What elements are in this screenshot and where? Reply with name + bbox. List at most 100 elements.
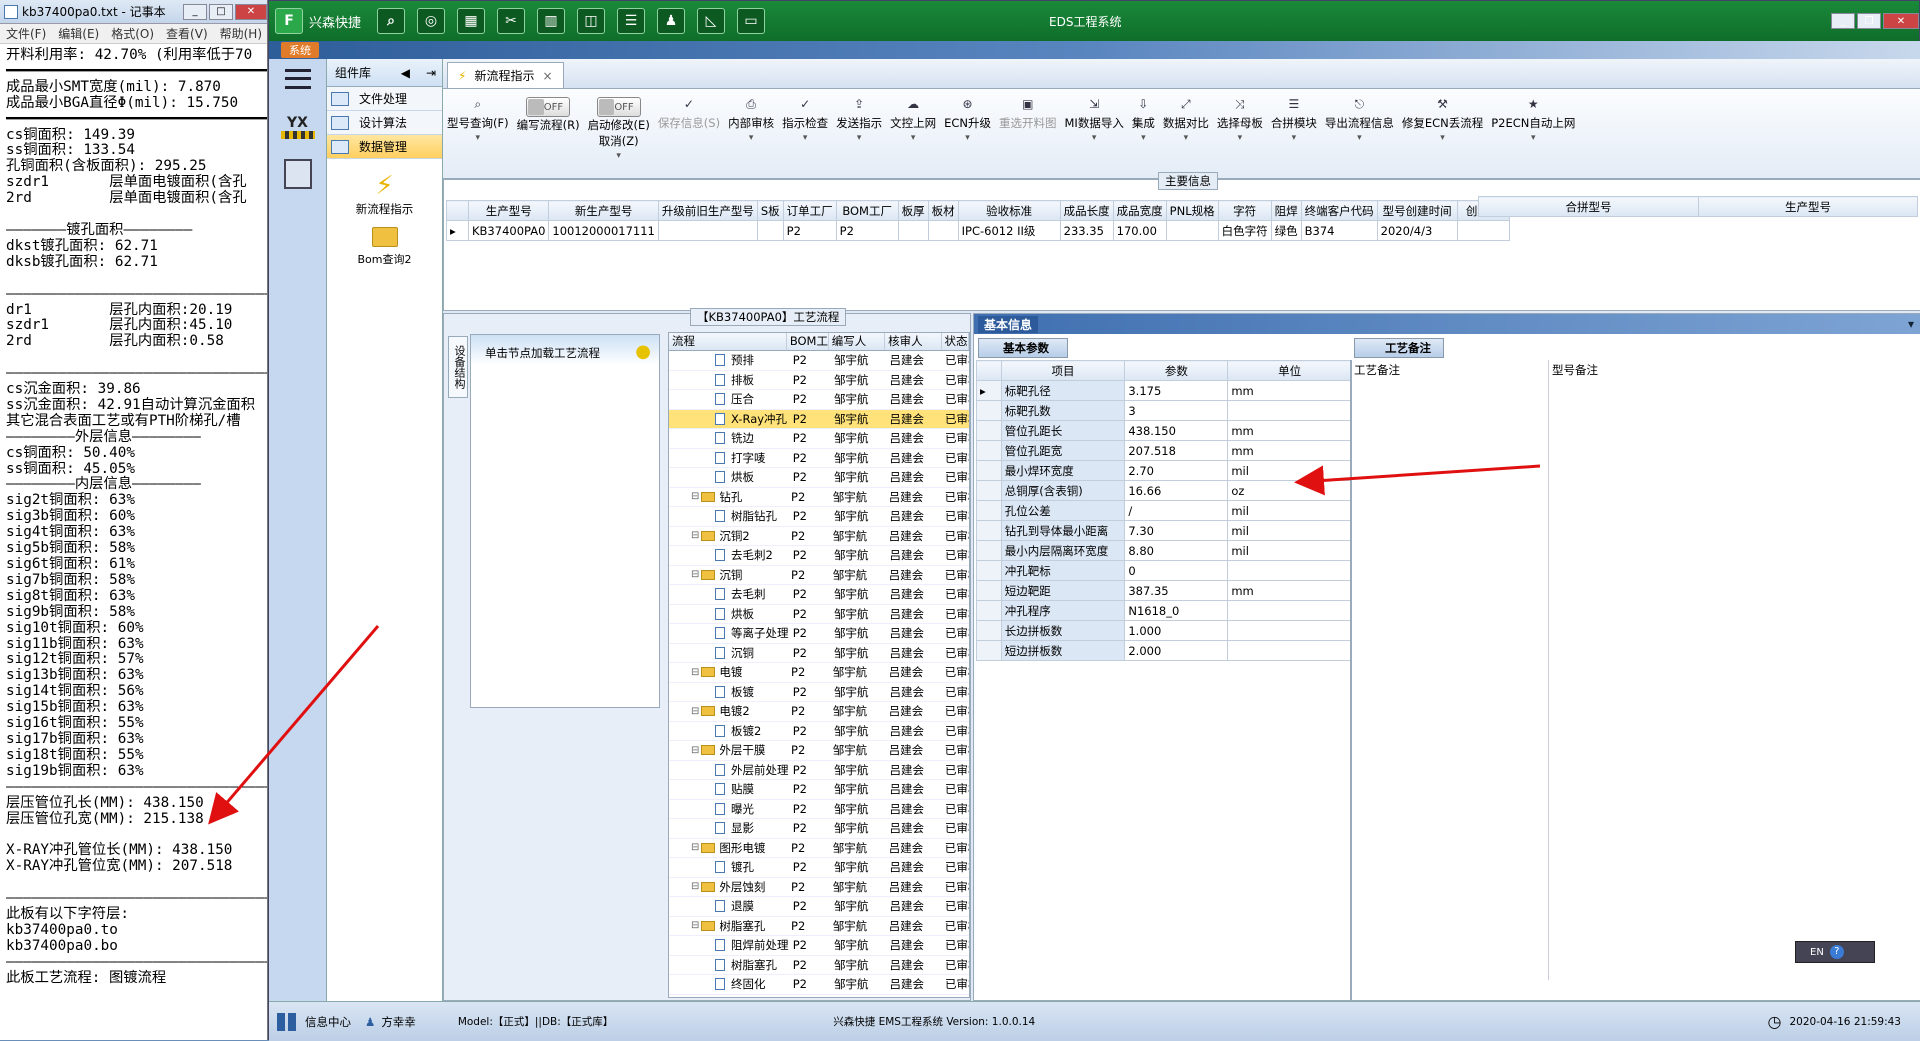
tab-new-process[interactable]: ⚡ 新流程指示 × bbox=[447, 62, 564, 88]
chevron-down-icon[interactable]: ▾ bbox=[857, 133, 862, 143]
tree-row[interactable]: 烘板 P2 邹宇航 吕建会 已审核 bbox=[669, 605, 969, 624]
column-header[interactable]: 成品宽度 bbox=[1112, 200, 1167, 221]
tree-row[interactable]: 板镀2 P2 邹宇航 吕建会 已审核 bbox=[669, 722, 969, 741]
new-process-item[interactable]: ⚡ 新流程指示 bbox=[327, 171, 442, 217]
close-button[interactable]: ✕ bbox=[235, 3, 267, 20]
column-header[interactable]: 编写人 bbox=[829, 333, 886, 350]
expand-icon[interactable]: ⊟ bbox=[691, 745, 699, 756]
tree-row[interactable]: 退膜 P2 邹宇航 吕建会 已审核 bbox=[669, 897, 969, 917]
column-header[interactable]: 板材 bbox=[927, 200, 959, 221]
column-header[interactable]: 项目 bbox=[1000, 360, 1126, 381]
chevron-down-icon[interactable]: ▾ bbox=[1184, 133, 1189, 143]
param-row[interactable]: 短边靶距 387.35 mm bbox=[976, 580, 1352, 601]
column-header[interactable]: 参数 bbox=[1124, 360, 1229, 381]
process-notes-tab[interactable]: 工艺备注 bbox=[1354, 338, 1444, 358]
tree-row[interactable]: ⊟ 电镀2 P2 邹宇航 吕建会 已审核 bbox=[669, 702, 969, 722]
tree-row[interactable]: 压合 P2 邹宇航 吕建会 已审核 bbox=[669, 390, 969, 410]
tree-row[interactable]: ⊟ 钻孔 P2 邹宇航 吕建会 已审核 bbox=[669, 488, 969, 507]
tree-row[interactable]: 打字唛 P2 邹宇航 吕建会 已审核 bbox=[669, 449, 969, 468]
column-header[interactable]: 验收标准 bbox=[957, 200, 1061, 221]
chart-icon[interactable]: ◫ bbox=[577, 8, 606, 34]
expand-icon[interactable]: ⊟ bbox=[691, 569, 699, 580]
tree-row[interactable]: X-Ray冲孔 P2 邹宇航 吕建会 已审核 bbox=[669, 409, 969, 429]
param-row[interactable]: 长边拼板数 1.000 bbox=[976, 620, 1352, 641]
param-row[interactable]: ▸ 标靶孔径 3.175 mm bbox=[976, 380, 1352, 401]
tree-row[interactable]: 预排 P2 邹宇航 吕建会 已审核 bbox=[669, 351, 969, 371]
column-header[interactable]: 字符 bbox=[1217, 200, 1272, 221]
column-header[interactable]: BOM工厂 bbox=[787, 333, 829, 350]
expand-icon[interactable]: ⊟ bbox=[691, 530, 699, 541]
tree-row[interactable]: 去毛刺 P2 邹宇航 吕建会 已审核 bbox=[669, 585, 969, 605]
tree-row[interactable]: 板镀 P2 邹宇航 吕建会 已审核 bbox=[669, 683, 969, 702]
tree-row[interactable]: ⊟ 沉铜2 P2 邹宇航 吕建会 已审核 bbox=[669, 527, 969, 546]
close-tab-icon[interactable]: × bbox=[542, 69, 552, 83]
column-header[interactable]: 单位 bbox=[1227, 360, 1352, 381]
tree-row[interactable]: ⊟ 外层干膜 P2 邹宇航 吕建会 已审核 bbox=[669, 741, 969, 761]
tree-row[interactable]: 贴膜 P2 邹宇航 吕建会 已审核 bbox=[669, 780, 969, 800]
chevron-down-icon[interactable]: ▾ bbox=[965, 133, 970, 143]
eds-restore-button[interactable]: ❐ bbox=[1857, 13, 1881, 29]
notepad-menu-item[interactable]: 查看(V) bbox=[166, 25, 208, 42]
column-header[interactable]: 状态 bbox=[942, 333, 969, 350]
param-row[interactable]: 总铜厚(含表铜) 16.66 oz bbox=[976, 480, 1352, 501]
toolbar-check-button[interactable]: ✓ 指示检查 ▾ bbox=[778, 97, 832, 143]
minimize-button[interactable]: _ bbox=[183, 3, 207, 20]
table-icon[interactable]: ☰ bbox=[617, 8, 646, 34]
column-header[interactable]: 生产型号 bbox=[467, 200, 550, 221]
chevron-down-icon[interactable]: ▾ bbox=[476, 133, 481, 143]
toolbar-upload-button[interactable]: ⇪ 发送指示 ▾ bbox=[832, 97, 886, 143]
param-row[interactable]: 最小内层隔离环宽度 8.80 mil bbox=[976, 540, 1352, 561]
toolbar-binoculars-button[interactable]: ⊛ ECN升级 ▾ bbox=[940, 97, 995, 143]
column-header[interactable]: 核审人 bbox=[885, 333, 942, 350]
column-header[interactable]: 新生产型号 bbox=[548, 200, 659, 221]
column-header[interactable]: 升级前旧生产型号 bbox=[657, 200, 758, 221]
tree-row[interactable]: 树脂钻孔 P2 邹宇航 吕建会 已审核 bbox=[669, 507, 969, 527]
column-header[interactable]: 流程 bbox=[669, 333, 787, 350]
info-center-label[interactable]: 信息中心 bbox=[305, 1014, 351, 1030]
notepad-menu-item[interactable]: 格式(O) bbox=[111, 25, 154, 42]
notepad-text-area[interactable]: 开料利用率: 42.70% (利用率低于70 ━━━━━━━━━━━━━━━━━… bbox=[0, 44, 267, 1034]
library-item-file[interactable]: 文件处理 bbox=[327, 87, 442, 111]
toolbar-toggle-button[interactable]: OFF 启动修改(E) 取消(Z) ▾ bbox=[584, 97, 654, 161]
column-header[interactable]: 板厚 bbox=[897, 200, 929, 221]
chevron-down-icon[interactable]: ▾ bbox=[749, 133, 754, 143]
monitor-icon[interactable]: ▭ bbox=[737, 8, 766, 34]
help-icon[interactable]: ? bbox=[1829, 945, 1844, 959]
column-header[interactable]: PNL规格 bbox=[1165, 200, 1219, 221]
expand-icon[interactable]: ⊟ bbox=[691, 920, 699, 931]
chevron-down-icon[interactable]: ▾ bbox=[1092, 133, 1097, 143]
bom-query-item[interactable]: Bom查询2 bbox=[327, 227, 442, 267]
area-chart-icon[interactable]: ◺ bbox=[697, 8, 726, 34]
param-row[interactable]: 最小焊环宽度 2.70 mil bbox=[976, 460, 1352, 481]
toolbar-shuffle-button[interactable]: ⤨ 选择母板 ▾ bbox=[1213, 97, 1267, 143]
columns-icon[interactable]: ▥ bbox=[537, 8, 566, 34]
expand-icon[interactable]: ⊟ bbox=[691, 881, 699, 892]
param-row[interactable]: 管位孔距长 438.150 mm bbox=[976, 420, 1352, 441]
grid-icon[interactable]: ▦ bbox=[457, 8, 486, 34]
toolbar-list-button[interactable]: ☰ 合拼模块 ▾ bbox=[1267, 97, 1321, 143]
toggle-switch[interactable]: OFF bbox=[596, 97, 641, 117]
param-row[interactable]: 短边拼板数 2.000 bbox=[976, 640, 1352, 661]
dropdown-icon[interactable]: ▾ bbox=[1908, 317, 1914, 331]
toolbar-toggle-button[interactable]: OFF 编写流程(R) bbox=[513, 97, 584, 133]
notepad-menu-item[interactable]: 帮助(H) bbox=[220, 25, 262, 42]
toggle-switch[interactable]: OFF bbox=[526, 97, 571, 117]
expand-icon[interactable]: ⊟ bbox=[691, 842, 699, 853]
column-header[interactable]: S板 bbox=[756, 200, 784, 221]
toolbar-star-button[interactable]: ★ P2ECN自动上网 ▾ bbox=[1487, 97, 1579, 143]
tree-row[interactable]: 显影 P2 邹宇航 吕建会 已审核 bbox=[669, 819, 969, 839]
tree-row[interactable]: 等离子处理P2 邹宇航 吕建会 已审核 bbox=[669, 624, 969, 644]
notepad-menu-item[interactable]: 文件(F) bbox=[6, 25, 46, 42]
chevron-down-icon[interactable]: ▾ bbox=[1440, 133, 1445, 143]
tree-row[interactable]: 阻焊前处理P2 邹宇航 吕建会 已审核 bbox=[669, 936, 969, 956]
language-bar[interactable]: EN? bbox=[1795, 941, 1875, 963]
toolbar-export-button[interactable]: ⎋ 导出流程信息 ▾ bbox=[1321, 97, 1398, 143]
tree-row[interactable]: 曝光 P2 邹宇航 吕建会 已审核 bbox=[669, 800, 969, 819]
tree-row[interactable]: 烘板 P2 邹宇航 吕建会 已审核 bbox=[669, 468, 969, 488]
basic-params-tab[interactable]: 基本参数 bbox=[978, 338, 1068, 358]
collapse-left-icon[interactable]: ◀ bbox=[401, 66, 410, 80]
param-row[interactable]: 管位孔距宽 207.518 mm bbox=[976, 440, 1352, 461]
toolbar-wrench-button[interactable]: ⚒ 修复ECN丢流程 ▾ bbox=[1398, 97, 1487, 143]
tree-row[interactable]: 树脂塞孔 P2 邹宇航 吕建会 已审核 bbox=[669, 956, 969, 975]
column-header[interactable]: 成品长度 bbox=[1059, 200, 1114, 221]
